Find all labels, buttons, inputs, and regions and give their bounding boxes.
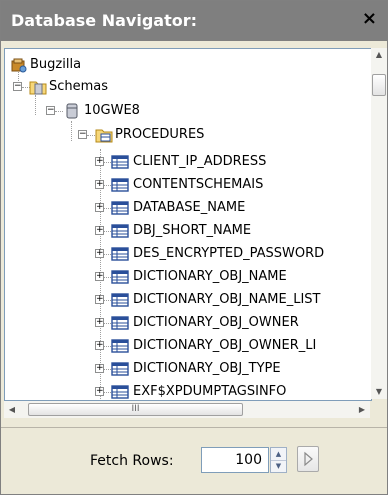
- tree-guide: [71, 121, 72, 141]
- tree-guide: [35, 95, 36, 115]
- tree-guide: [104, 185, 111, 186]
- expand-icon[interactable]: +: [95, 341, 104, 350]
- procedures-folder-icon: [95, 126, 113, 144]
- database-connection-icon: [10, 56, 28, 74]
- procedure-item-label: DATABASE_NAME: [133, 200, 246, 215]
- table-icon: [111, 383, 129, 400]
- play-icon: [304, 451, 313, 467]
- table-icon: [111, 222, 129, 240]
- tree-guide: [104, 369, 111, 370]
- vertical-scroll-thumb[interactable]: [372, 74, 386, 96]
- table-icon: [111, 245, 129, 263]
- tree-node-label: Bugzilla: [30, 57, 82, 72]
- fetch-rows-input[interactable]: 100: [201, 447, 269, 473]
- table-icon: [111, 337, 129, 355]
- collapse-icon[interactable]: −: [46, 106, 55, 115]
- procedure-item-label: DICTIONARY_OBJ_TYPE: [133, 361, 281, 376]
- footer-divider: [1, 427, 387, 428]
- table-icon: [111, 153, 129, 171]
- tree-guide: [104, 208, 111, 209]
- procedure-item-label: DBJ_SHORT_NAME: [133, 223, 252, 238]
- collapse-icon[interactable]: −: [13, 82, 22, 91]
- tree-guide: [104, 277, 111, 278]
- procedure-item-label: DICTIONARY_OBJ_NAME_LIST: [133, 292, 321, 307]
- expand-icon[interactable]: +: [95, 295, 104, 304]
- tree-node-label: Schemas: [49, 79, 109, 94]
- table-icon: [111, 360, 129, 378]
- expand-icon[interactable]: +: [95, 226, 104, 235]
- expand-icon[interactable]: +: [95, 318, 104, 327]
- horizontal-scroll-thumb[interactable]: III: [28, 403, 243, 416]
- scroll-down-icon[interactable]: ▼: [371, 385, 387, 399]
- expand-icon[interactable]: +: [95, 364, 104, 373]
- fetch-button[interactable]: [297, 446, 319, 472]
- horizontal-scrollbar[interactable]: ◀ III ▶: [4, 401, 370, 418]
- tree-node-label: 10GWE8: [84, 103, 140, 118]
- procedure-item-label: CONTENTSCHEMAIS: [133, 177, 264, 192]
- tree-guide: [87, 135, 95, 136]
- tree-guide: [104, 392, 111, 393]
- procedure-item-label: DICTIONARY_OBJ_OWNER: [133, 315, 299, 330]
- procedure-item-label: DICTIONARY_OBJ_NAME: [133, 269, 287, 284]
- table-icon: [111, 199, 129, 217]
- expand-icon[interactable]: +: [95, 249, 104, 258]
- procedure-item-label: EXF$XPDUMPTAGSINFO: [133, 384, 287, 399]
- close-icon[interactable]: ×: [362, 8, 377, 29]
- scroll-left-icon[interactable]: ◀: [4, 401, 20, 418]
- tree-view[interactable]: Bugzilla − Schemas − 10GWE8 − PROCEDURES…: [4, 48, 372, 401]
- spin-down-icon[interactable]: ▼: [271, 460, 286, 472]
- procedure-item-label: CLIENT_IP_ADDRESS: [133, 154, 267, 169]
- tree-guide: [104, 231, 111, 232]
- vertical-scrollbar[interactable]: ▲ ▼: [371, 48, 387, 399]
- collapse-icon[interactable]: −: [78, 130, 87, 139]
- database-navigator-panel: Database Navigator: × Bugzilla − Schemas…: [0, 0, 388, 495]
- table-icon: [111, 268, 129, 286]
- fetch-rows-bar: Fetch Rows: 100 ▲ ▼: [1, 429, 387, 494]
- fetch-rows-spinner[interactable]: ▲ ▼: [270, 447, 287, 473]
- tree-guide: [104, 323, 111, 324]
- table-icon: [111, 314, 129, 332]
- scroll-up-icon[interactable]: ▲: [371, 48, 387, 62]
- expand-icon[interactable]: +: [95, 157, 104, 166]
- scroll-right-icon[interactable]: ▶: [354, 401, 370, 418]
- tree-guide: [104, 346, 111, 347]
- panel-titlebar: Database Navigator: ×: [1, 1, 387, 41]
- procedure-item-label: DES_ENCRYPTED_PASSWORD: [133, 246, 325, 261]
- expand-icon[interactable]: +: [95, 387, 104, 396]
- panel-title: Database Navigator:: [11, 11, 197, 30]
- table-icon: [111, 291, 129, 309]
- tree-guide: [104, 300, 111, 301]
- table-icon: [111, 176, 129, 194]
- tree-guide: [55, 111, 63, 112]
- expand-icon[interactable]: +: [95, 203, 104, 212]
- expand-icon[interactable]: +: [95, 272, 104, 281]
- procedure-item-label: DICTIONARY_OBJ_OWNER_LI: [133, 338, 317, 353]
- schema-icon: [63, 102, 81, 120]
- tree-guide: [104, 254, 111, 255]
- tree-guide: [104, 162, 111, 163]
- schemas-folder-icon: [29, 78, 47, 96]
- tree-node-label: PROCEDURES: [115, 127, 205, 142]
- expand-icon[interactable]: +: [95, 180, 104, 189]
- fetch-rows-label: Fetch Rows:: [90, 453, 174, 469]
